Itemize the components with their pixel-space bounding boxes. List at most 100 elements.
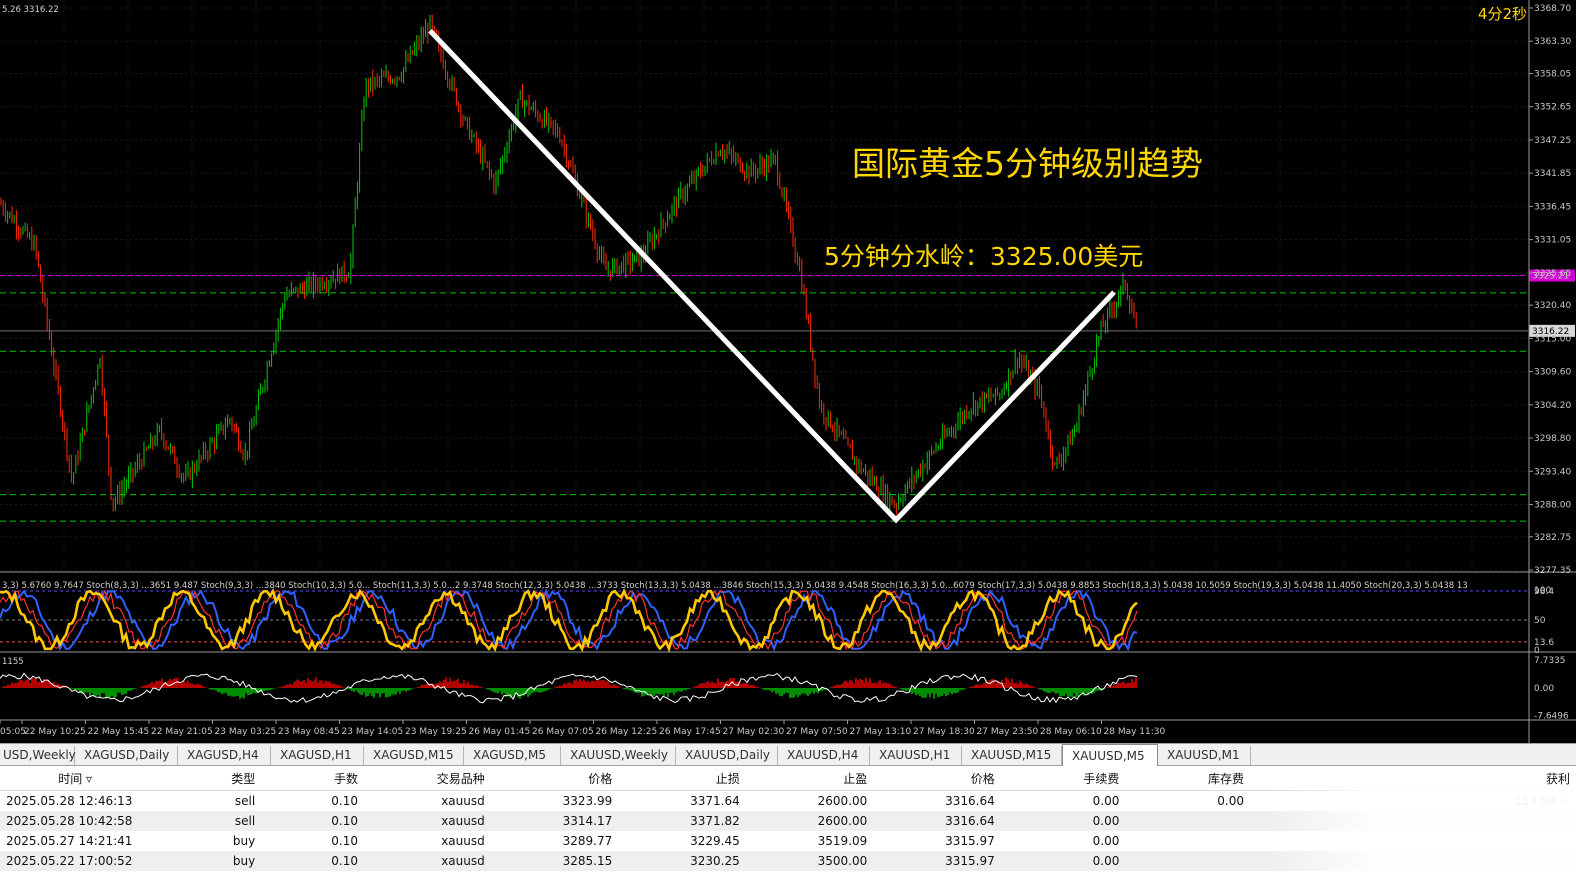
chart-header: 5.26 3316.22 [2, 5, 59, 15]
x-tick-label: 22 May 10:25 [24, 727, 86, 737]
x-tick-label: 26 May 12:25 [596, 727, 658, 737]
tab-xauusd-m1[interactable]: XAUUSD,M1 [1158, 746, 1251, 765]
y-tick-label: 3298.80 [1534, 434, 1571, 444]
x-tick-label: 23 May 14:05 [342, 727, 404, 737]
table-cell: 0.10 [261, 811, 364, 831]
column-header[interactable]: 止损 [618, 766, 746, 791]
x-tick-label: 28 May 06:10 [1040, 727, 1102, 737]
table-cell: 3289.77 [562, 834, 613, 848]
table-cell: 0.10 [261, 851, 364, 871]
tab-xagusd-h4[interactable]: XAGUSD,H4 [178, 746, 271, 765]
x-tick-label: 27 May 18:30 [913, 727, 975, 737]
table-cell: xauusd [364, 811, 491, 831]
tab-usd-weekly[interactable]: USD,Weekly [0, 746, 76, 765]
table-cell: buy [232, 834, 256, 848]
y-tick-label: 3288.00 [1534, 500, 1571, 510]
table-cell: 0.10 [331, 794, 358, 808]
table-cell: xauusd [364, 851, 491, 871]
table-cell: 3229.45 [690, 834, 740, 848]
table-cell: 0.00 [1217, 794, 1244, 808]
table-cell: sell [234, 794, 256, 808]
y-tick-label: 3309.60 [1534, 368, 1571, 378]
table-cell: 0.10 [331, 834, 358, 848]
x-tick-label: 26 May 01:45 [469, 727, 531, 737]
price-chart[interactable]: 3325.21 3316.22 3368.70 3363.30 3358.05 3352… [0, 0, 1576, 743]
tab-xagusd-daily[interactable]: XAGUSD,Daily [75, 746, 178, 765]
table-cell: 3230.25 [618, 851, 746, 871]
table-header-row: 时间 ▿ 类型 手数 交易品种 价格 止损 止盈 价格 手续费 库存费 获利 [0, 766, 1576, 791]
table-cell: 2600.00 [817, 794, 868, 808]
y-tick-label: 3368.70 [1534, 4, 1571, 14]
column-header[interactable]: 价格 [873, 766, 1001, 791]
column-header[interactable]: 价格 [490, 766, 619, 791]
column-header[interactable]: 手续费 [1000, 766, 1126, 791]
table-cell: 3316.64 [873, 811, 1001, 831]
column-header[interactable]: 交易品种 [364, 766, 491, 791]
x-tick-label: 22 May 15:45 [88, 727, 150, 737]
stochastic-panel: 10098.45013.60 [0, 586, 1554, 656]
y-tick-label: 3341.85 [1534, 169, 1571, 179]
table-cell: 3500.00 [745, 851, 874, 871]
tab-xauusd-m5[interactable]: XAUUSD,M5 [1062, 744, 1158, 766]
chart-tabs: USD,Weekly XAGUSD,Daily XAGUSD,H4 XAGUSD,H1… [0, 743, 1576, 766]
column-header[interactable]: 获利 [1250, 766, 1576, 791]
macd-header: 1155 [2, 657, 24, 667]
macd-panel: 7.7335 0.00 -7.6496 [0, 656, 1569, 722]
macd-tick-label: 0.00 [1534, 684, 1554, 694]
x-tick-label: 27 May 07:50 [786, 727, 848, 737]
tab-xauusd-h1[interactable]: XAUUSD,H1 [870, 746, 962, 765]
column-header[interactable]: 库存费 [1125, 766, 1250, 791]
time-axis: 05:0522 May 10:25 22 May 15:45 22 May 21:0… [0, 720, 1165, 737]
table-cell: 0.00 [1000, 811, 1126, 831]
table-cell: 3323.99 [562, 794, 613, 808]
stoch-tick-label: 0 [1534, 646, 1540, 656]
table-cell: sell [150, 811, 262, 831]
x-tick-label: 23 May 03:25 [215, 727, 277, 737]
y-tick-label: 3304.20 [1534, 401, 1571, 411]
table-cell [1125, 851, 1250, 871]
tab-xauusd-h4[interactable]: XAUUSD,H4 [778, 746, 870, 765]
tab-xagusd-m15[interactable]: XAGUSD,M15 [364, 746, 464, 765]
x-tick-label: 27 May 13:10 [850, 727, 912, 737]
table-cell: 2600.00 [745, 811, 874, 831]
tab-xagusd-m5[interactable]: XAGUSD,M5 [464, 746, 561, 765]
table-cell: 3315.97 [873, 851, 1001, 871]
tab-xauusd-weekly[interactable]: XAUUSD,Weekly [561, 746, 676, 765]
annotation-title: 国际黄金5分钟级别趋势 [852, 144, 1203, 183]
x-tick-label: 27 May 23:50 [977, 727, 1039, 737]
y-tick-label: 3320.40 [1534, 301, 1571, 311]
column-header[interactable]: 类型 [150, 766, 262, 791]
x-tick-label: 26 May 17:45 [659, 727, 721, 737]
column-header[interactable]: 手数 [261, 766, 364, 791]
table-cell: 3285.15 [490, 851, 619, 871]
table-cell: 3371.82 [618, 811, 746, 831]
y-tick-label: 3352.65 [1534, 103, 1571, 113]
table-cell: 3316.64 [945, 794, 995, 808]
table-cell: buy [150, 851, 262, 871]
y-tick-label: 3325.65 [1534, 269, 1571, 279]
y-tick-label: 3315.00 [1534, 334, 1571, 344]
table-cell: 2025.05.28 12:46:13 [6, 794, 133, 808]
table-cell: 3371.64 [690, 794, 740, 808]
table-cell [1125, 831, 1250, 851]
y-tick-label: 3358.05 [1534, 70, 1571, 80]
y-tick-label: 3363.30 [1534, 37, 1571, 47]
table-cell: 0.00 [1092, 834, 1120, 848]
x-tick-label: 05:05 [0, 727, 26, 737]
blur-overlay [1270, 788, 1576, 882]
chart-canvas[interactable]: 3325.213316.22 3368.70 3363.30 3358.05 3352… [0, 0, 1576, 743]
table-cell: 3314.17 [490, 811, 619, 831]
bar-timer: 4分2秒 [1478, 5, 1527, 23]
column-header[interactable]: 止盈 [745, 766, 874, 791]
table-cell: 2025.05.22 17:00:52 [0, 851, 151, 871]
table-cell: xauusd [441, 794, 485, 808]
y-tick-label: 3277.35 [1534, 566, 1571, 576]
tab-xagusd-h1[interactable]: XAGUSD,H1 [271, 746, 364, 765]
column-header[interactable]: 时间 ▿ [0, 766, 151, 791]
y-tick-label: 3336.45 [1534, 202, 1571, 212]
table-cell: 3519.09 [817, 834, 868, 848]
tab-xauusd-m15[interactable]: XAUUSD,M15 [962, 746, 1062, 765]
stoch-header: 3,3) 5.6760 9.7647 Stoch(8,3,3) ...3651 … [2, 581, 1468, 591]
tab-xauusd-daily[interactable]: XAUUSD,Daily [676, 746, 778, 765]
table-cell: 2025.05.28 10:42:58 [0, 811, 151, 831]
